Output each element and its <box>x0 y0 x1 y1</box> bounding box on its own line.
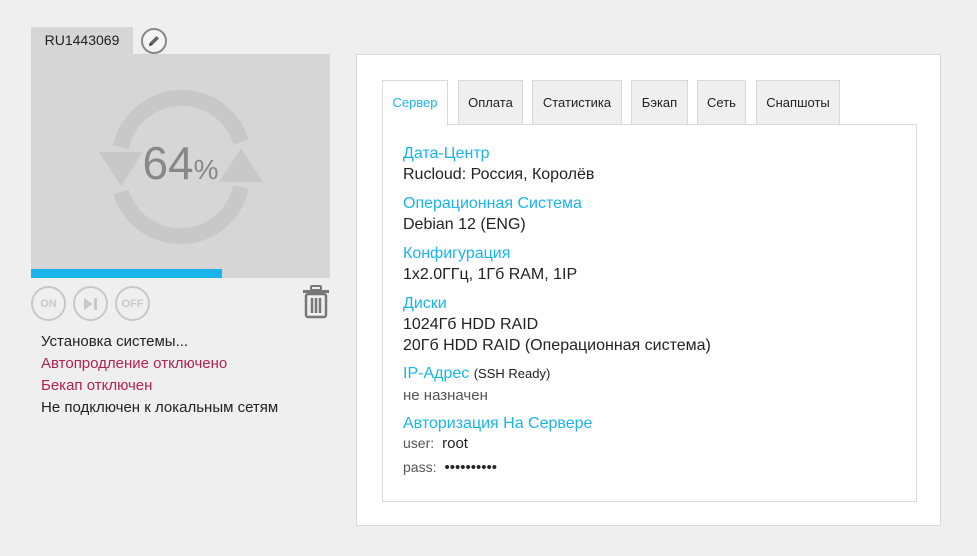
auth-user-row: user: root <box>403 435 468 452</box>
config-label: Конфигурация <box>403 245 511 262</box>
user-value[interactable]: root <box>442 435 468 452</box>
tab-payment[interactable]: Оплата <box>458 80 523 124</box>
config-value: 1x2.0ГГц, 1Гб RAM, 1IP <box>403 266 578 283</box>
disks-label: Диски <box>403 295 447 312</box>
server-details-panel: Сервер Оплата Статистика Бэкап Сеть Снап… <box>356 54 941 526</box>
datacenter-label: Дата-Центр <box>403 145 490 162</box>
os-value: Debian 12 (ENG) <box>403 216 526 233</box>
ip-note: (SSH Ready) <box>473 366 551 381</box>
tab-server[interactable]: Сервер <box>382 80 448 126</box>
status-network: Не подключен к локальным сетям <box>41 399 279 416</box>
power-on-button[interactable]: ON <box>31 286 66 321</box>
tab-snapshots[interactable]: Снапшоты <box>756 80 840 124</box>
disk-item: 1024Гб HDD RAID <box>403 316 539 333</box>
play-pause-icon <box>83 297 97 310</box>
progress-value: 64 <box>142 137 194 189</box>
progress-percent: 64% <box>31 136 330 190</box>
pass-value[interactable]: •••••••••• <box>444 459 497 476</box>
server-id-label: RU1443069 <box>31 27 133 54</box>
user-key: user: <box>403 435 435 451</box>
ip-label-text: IP-Адрес <box>403 365 470 382</box>
trash-icon <box>303 285 329 319</box>
status-backup: Бекап отключен <box>41 377 153 394</box>
progress-bar <box>31 269 330 278</box>
reboot-button[interactable] <box>73 286 108 321</box>
datacenter-value: Rucloud: Россия, Королёв <box>403 166 595 183</box>
pencil-icon <box>149 36 159 46</box>
tab-backup[interactable]: Бэкап <box>631 80 688 124</box>
pass-key: pass: <box>403 459 437 475</box>
os-label: Операционная Система <box>403 195 582 212</box>
ip-value: не назначен <box>403 387 488 404</box>
percent-sign: % <box>193 154 219 185</box>
delete-server-button[interactable] <box>300 285 332 324</box>
auth-label: Авторизация На Сервере <box>403 415 593 432</box>
install-preview: 64% <box>31 54 330 278</box>
status-install: Установка системы... <box>41 333 189 350</box>
status-autorenew: Автопродление отключено <box>41 355 228 372</box>
ip-label: IP-Адрес (SSH Ready) <box>403 365 550 383</box>
tab-network[interactable]: Сеть <box>697 80 746 124</box>
auth-pass-row: pass: •••••••••• <box>403 459 497 476</box>
tab-statistics[interactable]: Статистика <box>532 80 622 124</box>
edit-server-button[interactable] <box>141 28 167 54</box>
server-tab-content: Дата-Центр Rucloud: Россия, Королёв Опер… <box>382 124 917 502</box>
progress-fill <box>31 269 223 278</box>
disk-item: 20Гб HDD RAID (Операционная система) <box>403 337 711 354</box>
power-off-button[interactable]: OFF <box>115 286 150 321</box>
